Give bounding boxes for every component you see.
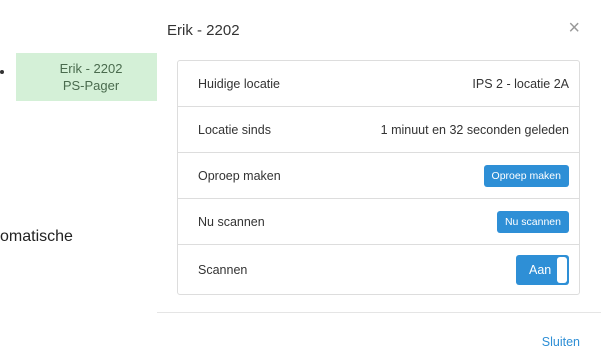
row-label: Scannen bbox=[198, 262, 248, 277]
modal-header: Erik - 2202 × bbox=[157, 0, 601, 52]
details-panel: Huidige locatie IPS 2 - locatie 2A Locat… bbox=[177, 60, 580, 295]
row-label: Oproep maken bbox=[198, 168, 281, 183]
background-bullet-dot bbox=[0, 70, 4, 74]
toggle-state-label: Aan bbox=[529, 262, 552, 277]
row-location-since: Locatie sinds 1 minuut en 32 seconden ge… bbox=[178, 107, 579, 153]
footer-divider bbox=[157, 312, 601, 313]
background-partial-text: omatische bbox=[0, 228, 73, 245]
row-label: Huidige locatie bbox=[198, 76, 280, 91]
row-make-call: Oproep maken Oproep maken bbox=[178, 153, 579, 199]
row-current-location: Huidige locatie IPS 2 - locatie 2A bbox=[178, 61, 579, 107]
scanning-toggle[interactable]: Aan bbox=[516, 254, 569, 285]
close-link[interactable]: Sluiten bbox=[542, 335, 580, 349]
background-pager-tag: Erik - 2202 PS-Pager bbox=[16, 53, 166, 101]
pager-detail-modal: Erik - 2202 × Huidige locatie IPS 2 - lo… bbox=[157, 0, 601, 349]
row-label: Nu scannen bbox=[198, 214, 265, 229]
close-icon[interactable]: × bbox=[568, 18, 580, 38]
toggle-knob bbox=[557, 256, 567, 283]
modal-title: Erik - 2202 bbox=[167, 22, 240, 39]
scan-now-button[interactable]: Nu scannen bbox=[496, 210, 569, 233]
background-tag-name: Erik - 2202 bbox=[59, 61, 123, 76]
row-scanning: Scannen Aan bbox=[178, 245, 579, 294]
row-label: Locatie sinds bbox=[198, 122, 271, 137]
location-since-value: 1 minuut en 32 seconden geleden bbox=[380, 122, 569, 137]
background-tag-type: PS-Pager bbox=[62, 78, 120, 93]
make-call-button[interactable]: Oproep maken bbox=[483, 164, 569, 187]
row-scan-now: Nu scannen Nu scannen bbox=[178, 199, 579, 245]
current-location-value: IPS 2 - locatie 2A bbox=[472, 76, 569, 91]
